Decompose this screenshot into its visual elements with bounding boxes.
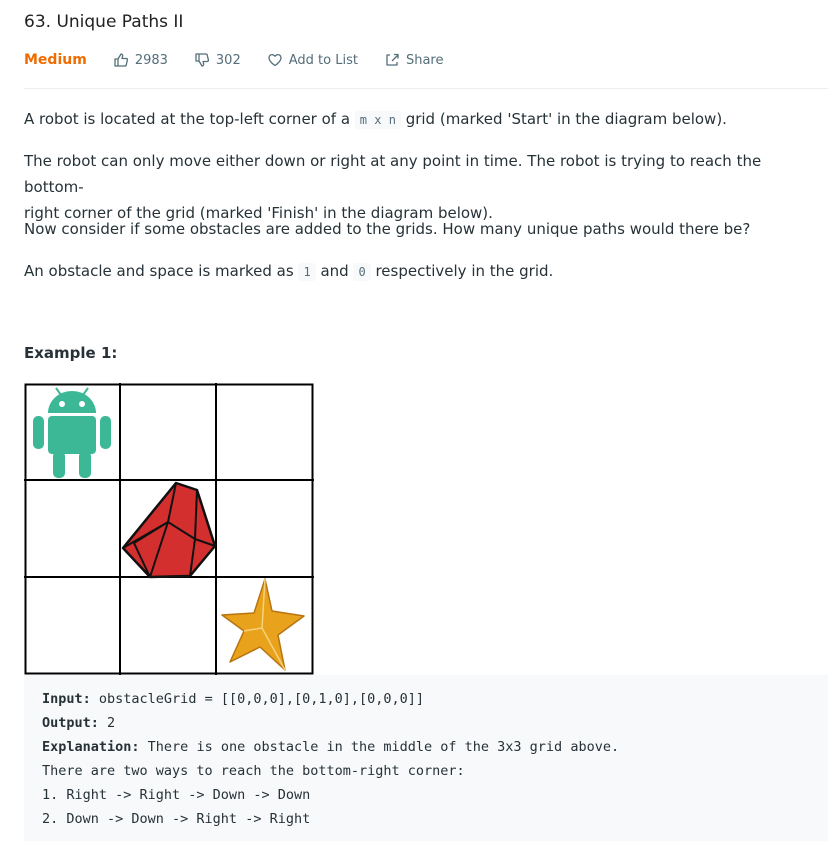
example-output-line: Output: 2 bbox=[42, 711, 810, 735]
inline-code: 0 bbox=[353, 263, 371, 281]
input-label: Input: bbox=[42, 691, 91, 707]
example-text-line: There are two ways to reach the bottom-r… bbox=[42, 763, 465, 779]
example-text-line: 2. Down -> Down -> Right -> Right bbox=[42, 811, 311, 827]
example-title: Example 1: bbox=[24, 344, 118, 362]
explanation-label: Explanation: bbox=[42, 739, 140, 755]
example-input-line: Input: obstacleGrid = [[0,0,0],[0,1,0],[… bbox=[42, 687, 810, 711]
example-text-line: 1. Right -> Right -> Down -> Down bbox=[42, 787, 311, 803]
example-code-block: Input: obstacleGrid = [[0,0,0],[0,1,0],[… bbox=[24, 675, 828, 841]
text: An obstacle and space is marked as bbox=[24, 262, 299, 280]
dislike-count: 302 bbox=[215, 52, 241, 68]
dislike-button[interactable]: 302 bbox=[194, 52, 241, 68]
description-paragraph-4: An obstacle and space is marked as 1 and… bbox=[24, 258, 824, 285]
divider bbox=[24, 88, 828, 89]
description-paragraph-1: A robot is located at the top-left corne… bbox=[24, 106, 824, 133]
description-paragraph-2: The robot can only move either down or r… bbox=[24, 148, 824, 226]
input-value: obstacleGrid = [[0,0,0],[0,1,0],[0,0,0]] bbox=[90, 691, 425, 707]
problem-title: 63. Unique Paths II bbox=[24, 12, 184, 32]
thumbs-down-icon bbox=[195, 53, 209, 67]
description-paragraph-3: Now consider if some obstacles are added… bbox=[24, 220, 751, 238]
example-explanation-line: Explanation: There is one obstacle in th… bbox=[42, 735, 810, 759]
share-button[interactable]: Share bbox=[384, 52, 444, 68]
thumbs-up-icon bbox=[114, 53, 128, 67]
share-label: Share bbox=[405, 52, 444, 68]
output-value: 2 bbox=[98, 715, 116, 731]
share-icon bbox=[386, 53, 399, 66]
output-label: Output: bbox=[42, 715, 99, 731]
difficulty-label: Medium bbox=[24, 52, 87, 68]
add-to-list-button[interactable]: Add to List bbox=[267, 52, 358, 68]
like-button[interactable]: 2983 bbox=[113, 52, 168, 68]
add-to-list-label: Add to List bbox=[288, 52, 358, 68]
text-line: The robot can only move either down or r… bbox=[24, 152, 762, 196]
heart-icon bbox=[268, 53, 282, 67]
text: and bbox=[315, 262, 354, 280]
text: respectively in the grid. bbox=[370, 262, 554, 280]
explanation-value: There is one obstacle in the middle of t… bbox=[139, 739, 620, 755]
inline-code: m x n bbox=[354, 111, 401, 129]
inline-code: 1 bbox=[298, 263, 316, 281]
problem-meta-bar: Medium 2983 302 Add to List Share bbox=[24, 52, 469, 68]
text: A robot is located at the top-left corne… bbox=[24, 110, 355, 128]
example-grid-image bbox=[24, 383, 314, 675]
text: grid (marked 'Start' in the diagram belo… bbox=[400, 110, 727, 128]
like-count: 2983 bbox=[134, 52, 168, 68]
